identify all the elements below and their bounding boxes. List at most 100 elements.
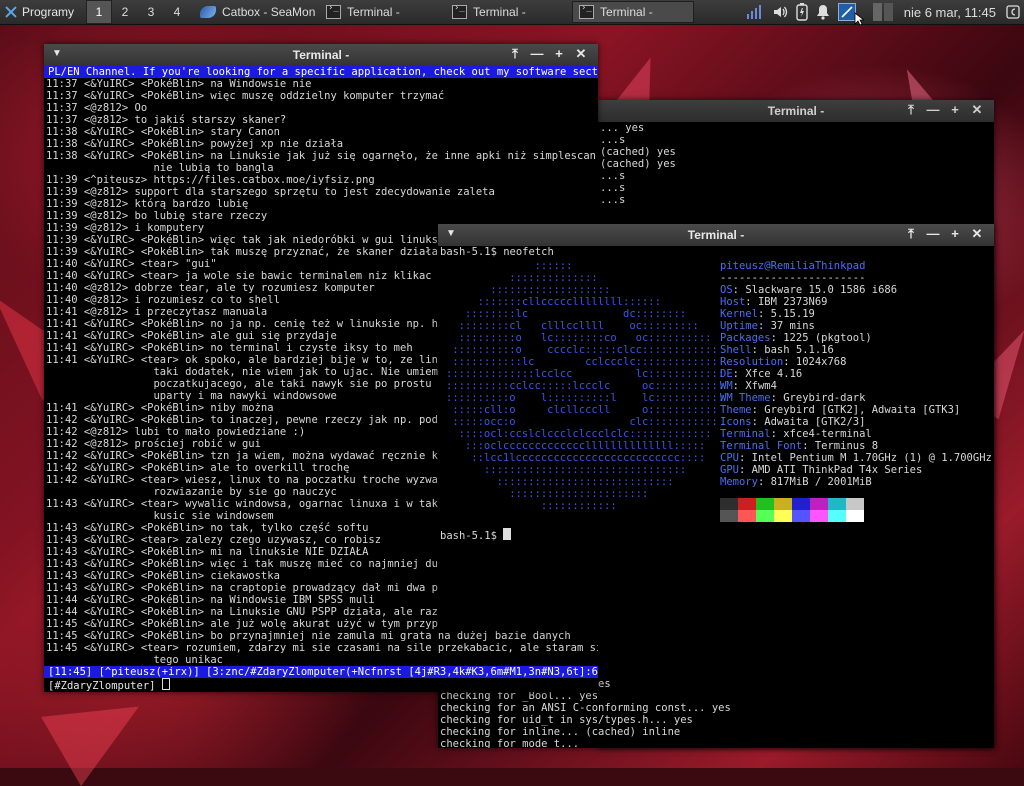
window-titlebar[interactable]: Terminal - ⤒ — + ✕ [598,100,994,122]
info-key: Resolution [720,356,784,368]
info-key: Icons [720,416,752,428]
info-row: Theme: Greybird [GTK2], Adwaita [GTK3] [720,404,961,416]
volume-icon[interactable] [772,4,788,20]
info-key: CPU [720,452,739,464]
build-output-top: ... yes ...s (cached) yes (cached) yes ...s.… [598,122,994,206]
window-maximize-up-icon[interactable]: ⤒ [504,46,526,62]
minimize-button[interactable]: — [526,46,548,62]
panel-clock[interactable]: nie 6 mar, 11:45 [904,5,996,20]
window-maximize-up-icon[interactable]: ⤒ [900,226,922,242]
close-button[interactable]: ✕ [966,102,988,118]
irc-input-line[interactable]: [#ZdaryZlomputer] [44,678,598,692]
applications-menu-button[interactable]: Programy [0,0,80,24]
close-button[interactable]: ✕ [966,226,988,242]
info-row: DE: Xfce 4.16 [720,368,803,380]
terminal-icon [579,3,595,19]
chat-line: 11:38 <&YuIRC> <PokéBlin> powyżej xp nie… [46,138,344,150]
chat-line: 11:37 <&YuIRC> <PokéBlin> na Windowsie n… [46,78,312,90]
color-swatch [720,510,738,522]
terminal-icon [326,3,342,19]
workspace-2-button[interactable]: 2 [112,0,138,24]
color-palette [720,498,864,522]
terminal-output[interactable]: bash-5.1$ neofetch :::::: ::::::::::::::… [438,246,994,630]
workspace-switcher: 1 2 3 4 [86,0,190,24]
output-line: (cached) yes [600,146,676,158]
taskbar-item-terminal-1[interactable]: Terminal - [320,1,442,23]
info-value: 817MiB / 2001MiB [770,476,872,488]
clipboard-icon[interactable] [1006,5,1020,19]
info-value: xfce4-terminal [783,428,872,440]
window-titlebar[interactable]: ▼ Terminal - ⤒ — + ✕ [438,224,994,246]
logo-line: ::::::::lc dc:::::::: [446,308,687,320]
taskbar-item-terminal-3[interactable]: Terminal - [572,1,695,23]
logo-line: ::::ocl:ccslclccclclccclclc::::::::::::: [446,428,712,440]
info-row: Packages: 1225 (pkgtool) [720,332,872,344]
logo-line: :::::cll:o clcllcccll o::::::::::: [446,404,718,416]
output-line: checking for inline... (cached) inline [440,726,681,738]
logo-line: ::::::::::cclcc:::::lccclc oc::::::::::: [446,380,725,392]
taskbar-item-label: Terminal - [600,5,653,19]
color-swatch [846,498,864,510]
close-button[interactable]: ✕ [570,46,592,62]
maximize-button[interactable]: + [944,226,966,242]
color-swatch [756,510,774,522]
text-cursor [503,528,512,540]
color-swatch [828,498,846,510]
info-key: Memory [720,476,758,488]
terminal-window-neofetch[interactable]: ▼ Terminal - ⤒ — + ✕ bash-5.1$ neofetch … [438,224,994,630]
taskbar-item-catbox[interactable]: Catbox - SeaMon... [194,1,316,23]
maximize-button[interactable]: + [548,46,570,62]
workspace-4-button[interactable]: 4 [164,0,190,24]
info-value: Intel Pentium M 1.70GHz (1) @ 1.700GHz [751,452,992,464]
chat-line: 11:37 <@z812> to jakiś starszy skaner? [46,114,287,126]
workspace-1-button[interactable]: 1 [86,0,113,24]
info-value: 5.15.19 [770,308,815,320]
output-line: ...s [600,134,626,146]
taskbar-item-terminal-2[interactable]: Terminal - [446,1,568,23]
color-swatch [738,498,756,510]
workspace-preview-icon[interactable] [872,2,894,22]
taskbar-item-label: Terminal - [347,5,400,19]
logo-line: ::::::::::o l::::::::::l lc::::::::::: [446,392,725,404]
workspace-3-button[interactable]: 3 [138,0,164,24]
info-value: IBM 2373N69 [757,296,828,308]
logo-line: :::::::::::::::::::::: [446,488,649,500]
info-row: OS: Slackware 15.0 1586 i686 [720,284,898,296]
output-line: (cached) yes [600,158,676,170]
chat-line: 11:38 <&YuIRC> <PokéBlin> stary Canon [46,126,280,138]
info-key: WM Theme [720,392,771,404]
color-swatch [774,498,792,510]
chat-line: 11:45 <&YuIRC> <tear> rozumiem, zdarzy m… [46,642,598,654]
info-row: WM Theme: Greybird-dark [720,392,866,404]
chat-line: 11:37 <@z812> Oo [46,102,148,114]
minimize-button[interactable]: — [922,102,944,118]
color-swatch [828,510,846,522]
logo-line: :::::: [446,260,573,272]
cursor-icon [854,12,864,26]
window-maximize-up-icon[interactable]: ⤒ [900,102,922,118]
color-swatch [792,510,810,522]
info-separator: ----------------------- [720,272,866,284]
info-key: Host [720,296,746,308]
window-titlebar[interactable]: ▼ Terminal - ⤒ — + ✕ [44,44,598,66]
minimize-button[interactable]: — [922,226,944,242]
chat-line: 11:45 <&YuIRC> <PokéBlin> bo przynajmnie… [46,630,571,642]
color-swatch [738,510,756,522]
info-value: Terminus 8 [814,440,879,452]
info-row: GPU: AMD ATI ThinkPad T4x Series [720,464,923,476]
info-row: Icons: Adwaita [GTK2/3] [720,416,866,428]
user-host: piteusz@RemiliaThinkpad [720,260,866,272]
taskbar-item-label: Catbox - SeaMon... [222,5,317,19]
info-key: Kernel [720,308,758,320]
info-key: Shell [720,344,752,356]
logo-line: :::oclcccccccccccccllllllllllllll::::: [446,440,706,452]
battery-icon[interactable] [796,3,808,21]
chat-line: tego unikac [46,654,224,666]
shell-prompt[interactable]: bash-5.1$ [440,528,512,542]
logo-line: :::::::::::::::::::::::::::::::: [446,464,687,476]
maximize-button[interactable]: + [944,102,966,118]
notifications-bell-icon[interactable] [816,4,830,20]
cpu-graph-icon[interactable] [746,4,764,20]
output-line: checking for an ANSI C-conforming const.… [440,702,731,714]
info-row: Shell: bash 5.1.16 [720,344,834,356]
